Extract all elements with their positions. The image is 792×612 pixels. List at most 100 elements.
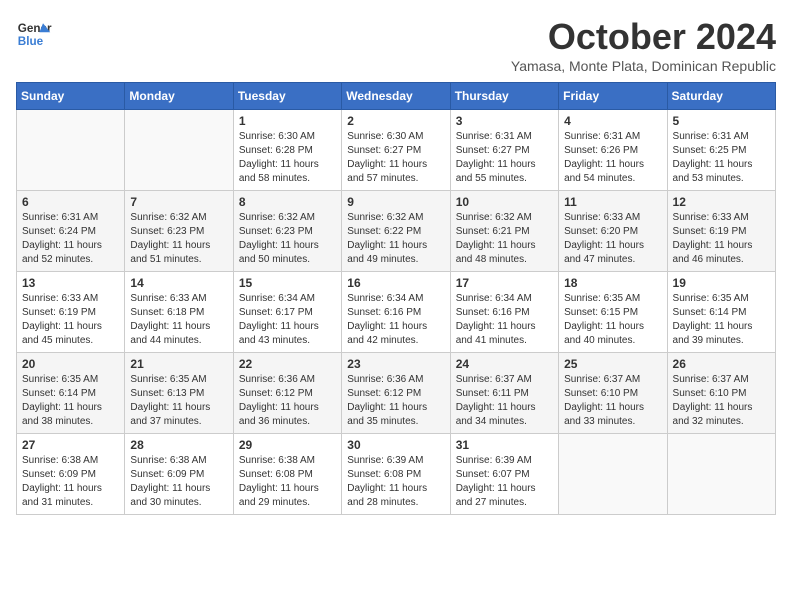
title-block: October 2024 Yamasa, Monte Plata, Domini… [511,16,776,74]
calendar-cell: 24 Sunrise: 6:37 AM Sunset: 6:11 PM Dayli… [450,353,558,434]
calendar-cell: 12 Sunrise: 6:33 AM Sunset: 6:19 PM Dayli… [667,191,775,272]
calendar-cell: 29 Sunrise: 6:38 AM Sunset: 6:08 PM Dayli… [233,434,341,515]
calendar-cell: 1 Sunrise: 6:30 AM Sunset: 6:28 PM Daylig… [233,110,341,191]
day-number: 25 [564,357,661,371]
calendar-cell: 4 Sunrise: 6:31 AM Sunset: 6:26 PM Daylig… [559,110,667,191]
calendar-cell: 23 Sunrise: 6:36 AM Sunset: 6:12 PM Dayli… [342,353,450,434]
month-title: October 2024 [511,16,776,58]
day-number: 18 [564,276,661,290]
day-number: 11 [564,195,661,209]
week-row: 20 Sunrise: 6:35 AM Sunset: 6:14 PM Dayli… [17,353,776,434]
week-row: 6 Sunrise: 6:31 AM Sunset: 6:24 PM Daylig… [17,191,776,272]
calendar-cell: 7 Sunrise: 6:32 AM Sunset: 6:23 PM Daylig… [125,191,233,272]
day-info: Sunrise: 6:35 AM Sunset: 6:15 PM Dayligh… [564,292,661,348]
day-info: Sunrise: 6:38 AM Sunset: 6:09 PM Dayligh… [22,454,119,510]
calendar-cell: 13 Sunrise: 6:33 AM Sunset: 6:19 PM Dayli… [17,272,125,353]
calendar-cell: 17 Sunrise: 6:34 AM Sunset: 6:16 PM Dayli… [450,272,558,353]
calendar-cell: 9 Sunrise: 6:32 AM Sunset: 6:22 PM Daylig… [342,191,450,272]
calendar-cell: 18 Sunrise: 6:35 AM Sunset: 6:15 PM Dayli… [559,272,667,353]
day-number: 17 [456,276,553,290]
column-header-monday: Monday [125,83,233,110]
calendar-cell: 22Sunrise: 6:36 AM Sunset: 6:12 PM Dayli… [233,353,341,434]
calendar-cell: 2Sunrise: 6:30 AM Sunset: 6:27 PM Daylig… [342,110,450,191]
day-number: 20 [22,357,119,371]
day-info: Sunrise: 6:30 AM Sunset: 6:28 PM Dayligh… [239,130,336,186]
day-number: 13 [22,276,119,290]
day-number: 5 [673,114,770,128]
day-number: 6 [22,195,119,209]
day-info: Sunrise: 6:37 AM Sunset: 6:10 PM Dayligh… [673,373,770,429]
calendar-cell [125,110,233,191]
day-info: Sunrise: 6:31 AM Sunset: 6:27 PM Dayligh… [456,130,553,186]
day-number: 8 [239,195,336,209]
page-container: General Blue October 2024 Yamasa, Monte … [16,16,776,515]
calendar-cell: 31Sunrise: 6:39 AM Sunset: 6:07 PM Dayli… [450,434,558,515]
day-number: 21 [130,357,227,371]
calendar-cell: 8 Sunrise: 6:32 AM Sunset: 6:23 PM Daylig… [233,191,341,272]
day-number: 10 [456,195,553,209]
day-info: Sunrise: 6:36 AM Sunset: 6:12 PM Dayligh… [239,373,336,429]
day-number: 2 [347,114,444,128]
day-info: Sunrise: 6:32 AM Sunset: 6:23 PM Dayligh… [239,211,336,267]
calendar-cell: 19 Sunrise: 6:35 AM Sunset: 6:14 PM Dayli… [667,272,775,353]
day-number: 1 [239,114,336,128]
day-info: Sunrise: 6:34 AM Sunset: 6:16 PM Dayligh… [456,292,553,348]
calendar-cell: 5Sunrise: 6:31 AM Sunset: 6:25 PM Daylig… [667,110,775,191]
column-header-friday: Friday [559,83,667,110]
day-info: Sunrise: 6:35 AM Sunset: 6:13 PM Dayligh… [130,373,227,429]
day-number: 28 [130,438,227,452]
day-number: 9 [347,195,444,209]
calendar-cell: 25Sunrise: 6:37 AM Sunset: 6:10 PM Dayli… [559,353,667,434]
calendar-cell: 10 Sunrise: 6:32 AM Sunset: 6:21 PM Dayli… [450,191,558,272]
calendar-cell: 20 Sunrise: 6:35 AM Sunset: 6:14 PM Dayli… [17,353,125,434]
header-row: SundayMondayTuesdayWednesdayThursdayFrid… [17,83,776,110]
day-number: 16 [347,276,444,290]
day-info: Sunrise: 6:38 AM Sunset: 6:08 PM Dayligh… [239,454,336,510]
day-number: 7 [130,195,227,209]
day-info: Sunrise: 6:32 AM Sunset: 6:23 PM Dayligh… [130,211,227,267]
day-info: Sunrise: 6:34 AM Sunset: 6:16 PM Dayligh… [347,292,444,348]
calendar-cell [17,110,125,191]
day-number: 23 [347,357,444,371]
day-info: Sunrise: 6:33 AM Sunset: 6:19 PM Dayligh… [22,292,119,348]
day-info: Sunrise: 6:35 AM Sunset: 6:14 PM Dayligh… [673,292,770,348]
day-info: Sunrise: 6:33 AM Sunset: 6:19 PM Dayligh… [673,211,770,267]
day-info: Sunrise: 6:39 AM Sunset: 6:07 PM Dayligh… [456,454,553,510]
day-number: 4 [564,114,661,128]
day-info: Sunrise: 6:33 AM Sunset: 6:20 PM Dayligh… [564,211,661,267]
subtitle: Yamasa, Monte Plata, Dominican Republic [511,58,776,74]
day-info: Sunrise: 6:33 AM Sunset: 6:18 PM Dayligh… [130,292,227,348]
day-number: 3 [456,114,553,128]
week-row: 13 Sunrise: 6:33 AM Sunset: 6:19 PM Dayli… [17,272,776,353]
day-number: 19 [673,276,770,290]
calendar-cell: 30Sunrise: 6:39 AM Sunset: 6:08 PM Dayli… [342,434,450,515]
svg-text:Blue: Blue [18,35,44,48]
calendar-cell: 28 Sunrise: 6:38 AM Sunset: 6:09 PM Dayli… [125,434,233,515]
calendar-cell: 3 Sunrise: 6:31 AM Sunset: 6:27 PM Daylig… [450,110,558,191]
column-header-saturday: Saturday [667,83,775,110]
day-info: Sunrise: 6:38 AM Sunset: 6:09 PM Dayligh… [130,454,227,510]
day-number: 29 [239,438,336,452]
logo-icon: General Blue [16,16,52,52]
day-info: Sunrise: 6:37 AM Sunset: 6:11 PM Dayligh… [456,373,553,429]
day-info: Sunrise: 6:36 AM Sunset: 6:12 PM Dayligh… [347,373,444,429]
day-info: Sunrise: 6:35 AM Sunset: 6:14 PM Dayligh… [22,373,119,429]
day-info: Sunrise: 6:31 AM Sunset: 6:24 PM Dayligh… [22,211,119,267]
calendar-cell: 16 Sunrise: 6:34 AM Sunset: 6:16 PM Dayli… [342,272,450,353]
day-info: Sunrise: 6:32 AM Sunset: 6:21 PM Dayligh… [456,211,553,267]
day-info: Sunrise: 6:32 AM Sunset: 6:22 PM Dayligh… [347,211,444,267]
header: General Blue October 2024 Yamasa, Monte … [16,16,776,74]
logo: General Blue [16,16,52,52]
week-row: 27 Sunrise: 6:38 AM Sunset: 6:09 PM Dayli… [17,434,776,515]
day-number: 12 [673,195,770,209]
day-number: 24 [456,357,553,371]
day-number: 27 [22,438,119,452]
column-header-sunday: Sunday [17,83,125,110]
day-number: 26 [673,357,770,371]
day-number: 15 [239,276,336,290]
calendar-cell: 27 Sunrise: 6:38 AM Sunset: 6:09 PM Dayli… [17,434,125,515]
calendar-cell [667,434,775,515]
calendar-cell: 26 Sunrise: 6:37 AM Sunset: 6:10 PM Dayli… [667,353,775,434]
day-info: Sunrise: 6:31 AM Sunset: 6:26 PM Dayligh… [564,130,661,186]
day-number: 30 [347,438,444,452]
